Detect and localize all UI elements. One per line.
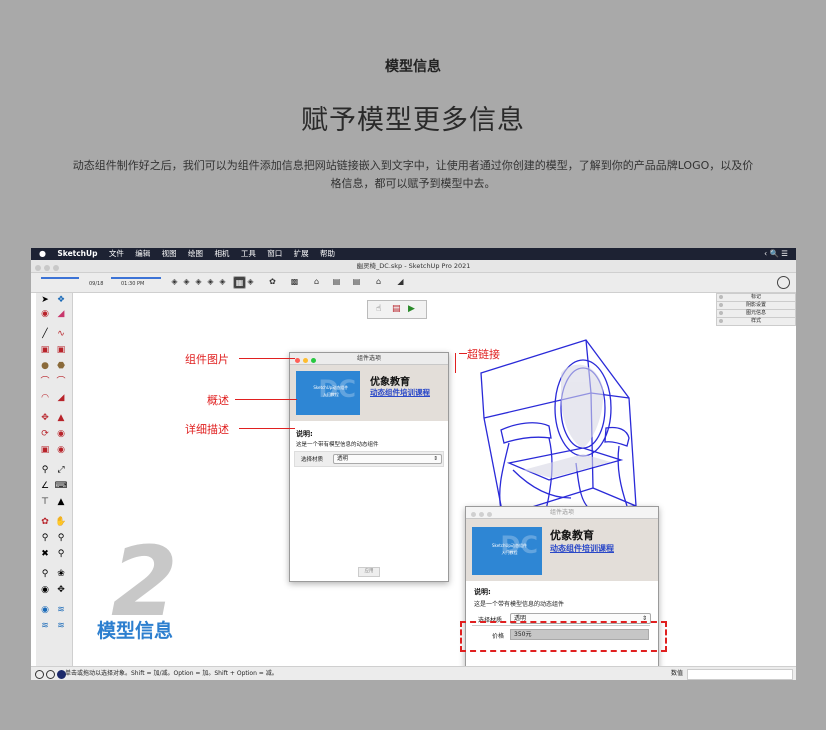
material-select[interactable]: 透明 ⇕ [333, 454, 442, 464]
page-description: 动态组件制作好之后，我们可以为组件添加信息把网站链接嵌入到文字中，让使用者通过你… [72, 159, 754, 190]
dialog2-titlebar: 组件选项 [466, 507, 658, 519]
big-section-title: 模型信息 [97, 620, 174, 642]
description2-text: 这是一个带有模型信息的动态组件 [474, 601, 565, 608]
course-hyperlink[interactable]: 动态组件培训课程 [370, 387, 430, 398]
callout-image: 组件图片 [185, 353, 229, 366]
material-label: 选择材质 [301, 457, 324, 463]
section-heading: 模型信息 [385, 59, 441, 75]
callout-detail: 详细描述 [185, 423, 229, 436]
component-options-dialog: 组件选项 DC SketchUp动态组件 入门教程 优象教育 动态组件培训课程 … [289, 352, 449, 582]
dialog-titlebar: 组件选项 [290, 353, 448, 365]
callout-hyperlink: 超链接 [467, 348, 500, 361]
thumbnail-line-2: 入门教程 [322, 392, 339, 397]
callout-hyperlink-line [459, 353, 467, 354]
description2-heading: 说明: [474, 588, 491, 596]
measurement-input[interactable] [687, 669, 793, 680]
description-heading: 说明: [296, 430, 313, 438]
material-row: 选择材质 透明 ⇕ [294, 451, 444, 467]
sketchup-window: ● SketchUp 文件 编辑 视图 绘图 相机 工具 窗口 扩展 帮助 ‹ … [31, 248, 796, 680]
measurement-label: 数值 [671, 670, 684, 677]
thumbnail2-line-2: 入门教程 [501, 550, 518, 555]
page-title: 赋予模型更多信息 [301, 105, 525, 136]
dialog-info-panel: DC SketchUp动态组件 入门教程 优象教育 动态组件培训课程 [290, 365, 448, 421]
callout-detail-line [239, 428, 295, 429]
component-options-dialog-zoomed: 组件选项 DC SketchUp动态组件 入门教程 优象教育 动态组件培训课程 … [465, 506, 659, 680]
dialog2-info-panel: DC SketchUp动态组件 入门教程 优象教育 动态组件培训课程 [466, 519, 658, 581]
callout-summary-line [235, 399, 297, 400]
price-highlight-box [460, 621, 667, 652]
thumbnail2-line-1: SketchUp动态组件 [492, 543, 527, 548]
page-header: 模型信息 赋予模型更多信息 动态组件制作好之后，我们可以为组件添加信息把网站链接… [0, 0, 826, 230]
dialog2-title: 组件选项 [549, 509, 574, 516]
status-text: 单击或拖动以选择对象。Shift = 加/减。Option = 加。Shift … [65, 670, 278, 677]
status-bar: 单击或拖动以选择对象。Shift = 加/减。Option = 加。Shift … [31, 666, 796, 680]
callout-image-line [239, 358, 295, 359]
dialog-title: 组件选项 [356, 355, 381, 362]
course2-hyperlink[interactable]: 动态组件培训课程 [550, 543, 614, 554]
callout-summary: 概述 [207, 394, 229, 407]
callout-hyperlink-vline [455, 353, 456, 373]
apply-button[interactable]: 应用 [358, 567, 380, 577]
brand2-name: 优象教育 [550, 529, 594, 542]
thumbnail-line-1: SketchUp动态组件 [313, 385, 349, 390]
description-text: 这是一个带有模型信息的动态组件 [296, 442, 379, 448]
component2-thumbnail: DC SketchUp动态组件 入门教程 [472, 527, 542, 575]
brand-name: 优象教育 [370, 377, 410, 388]
component-thumbnail: DC SketchUp动态组件 入门教程 [296, 371, 360, 415]
status-icons[interactable] [35, 670, 68, 680]
